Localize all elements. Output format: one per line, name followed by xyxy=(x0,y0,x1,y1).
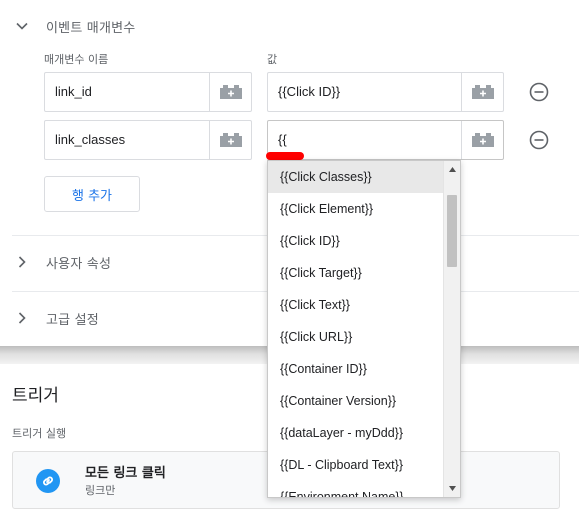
chevron-right-icon[interactable] xyxy=(12,308,32,328)
variable-option[interactable]: {{dataLayer - myDdd}} xyxy=(268,417,444,449)
variable-brick-icon[interactable] xyxy=(209,73,251,111)
user-properties-header[interactable]: 사용자 속성 xyxy=(12,250,111,274)
variable-option[interactable]: {{Environment Name}} xyxy=(268,481,444,497)
link-icon xyxy=(36,469,60,493)
param-name-value: link_classes xyxy=(55,132,126,147)
dropdown-scrollbar[interactable] xyxy=(443,161,460,497)
param-name-input-1[interactable]: link_id xyxy=(44,72,252,112)
variable-option[interactable]: {{Container ID}} xyxy=(268,353,444,385)
trigger-section-title: 트리거 xyxy=(12,386,59,406)
param-name-column-label: 매개변수 이름 xyxy=(44,53,109,66)
scrollbar-thumb[interactable] xyxy=(447,195,457,267)
variable-autocomplete-dropdown[interactable]: {{Click Classes}} {{Click Element}} {{Cl… xyxy=(267,160,461,498)
advanced-settings-header[interactable]: 고급 설정 xyxy=(12,306,99,330)
variable-option[interactable]: {{Click Classes}} xyxy=(268,161,444,193)
variable-option[interactable]: {{Container Version}} xyxy=(268,385,444,417)
variable-brick-icon[interactable] xyxy=(209,121,251,159)
trigger-type: 링크만 xyxy=(85,484,116,497)
variable-option[interactable]: {{Click Element}} xyxy=(268,193,444,225)
chevron-right-icon[interactable] xyxy=(12,252,32,272)
variable-list: {{Click Classes}} {{Click Element}} {{Cl… xyxy=(268,161,444,497)
param-name-input-2[interactable]: link_classes xyxy=(44,120,252,160)
variable-option[interactable]: {{Click Target}} xyxy=(268,257,444,289)
variable-option[interactable]: {{Click ID}} xyxy=(268,225,444,257)
scroll-up-arrow-icon[interactable] xyxy=(444,161,460,178)
variable-option[interactable]: {{DL - Clipboard Text}} xyxy=(268,449,444,481)
event-params-title: 이벤트 매개변수 xyxy=(46,20,136,36)
scroll-down-arrow-icon[interactable] xyxy=(444,480,460,497)
annotation-underline xyxy=(266,152,304,160)
param-value-text: {{Click ID}} xyxy=(278,84,341,99)
minus-circle-icon[interactable] xyxy=(529,82,549,102)
variable-brick-icon[interactable] xyxy=(461,73,503,111)
trigger-name: 모든 링크 클릭 xyxy=(85,466,166,481)
param-name-value: link_id xyxy=(55,84,92,99)
chevron-down-icon[interactable] xyxy=(12,16,32,36)
trigger-firing-label: 트리거 실행 xyxy=(12,427,67,440)
param-value-column-label: 값 xyxy=(267,53,278,66)
add-row-button[interactable]: 행 추가 xyxy=(44,176,140,212)
minus-circle-icon[interactable] xyxy=(529,130,549,150)
variable-brick-icon[interactable] xyxy=(461,121,503,159)
user-properties-title: 사용자 속성 xyxy=(46,256,112,272)
param-value-input-1[interactable]: {{Click ID}} xyxy=(267,72,504,112)
variable-option[interactable]: {{Click Text}} xyxy=(268,289,444,321)
advanced-settings-title: 고급 설정 xyxy=(46,312,99,328)
variable-option[interactable]: {{Click URL}} xyxy=(268,321,444,353)
event-params-header[interactable]: 이벤트 매개변수 xyxy=(12,14,135,38)
